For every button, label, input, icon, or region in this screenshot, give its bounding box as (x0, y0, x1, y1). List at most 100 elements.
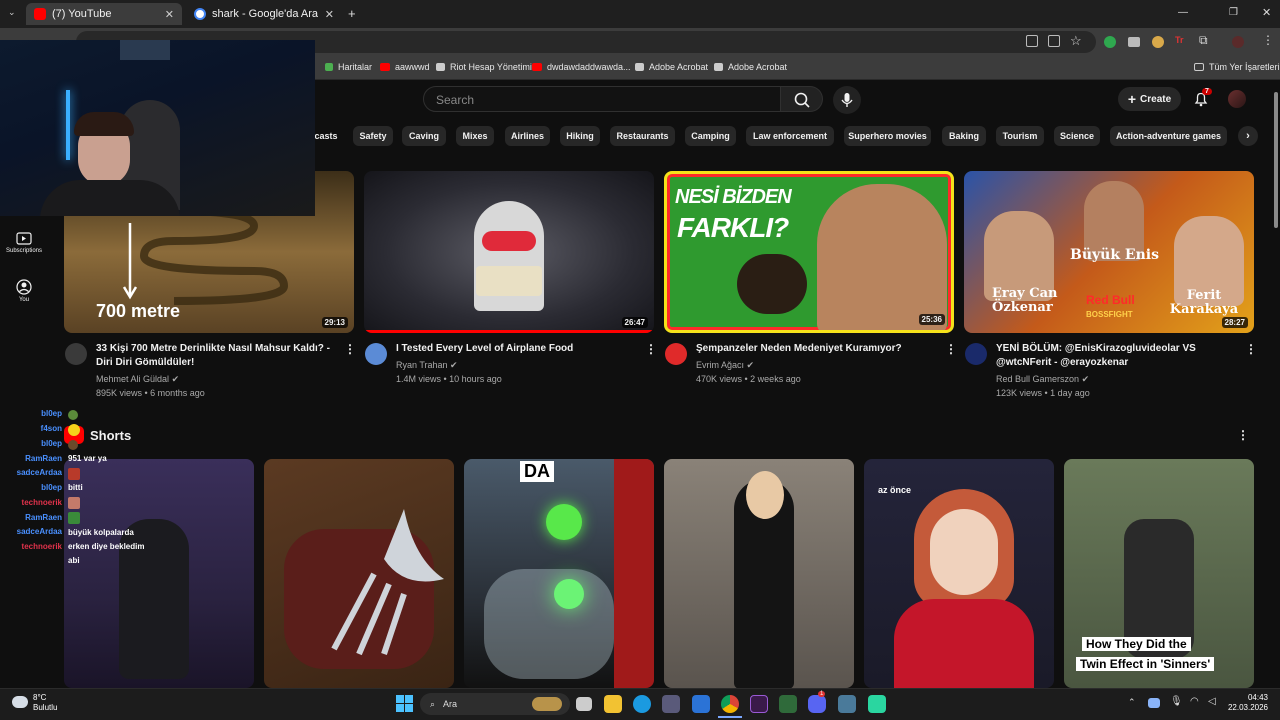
chip[interactable]: Science (1054, 126, 1100, 146)
channel-name[interactable]: Mehmet Ali Güldal ✔ (96, 374, 179, 385)
scrollbar-thumb[interactable] (1274, 92, 1278, 228)
video-thumbnail[interactable]: 26:47 (364, 171, 654, 333)
discord-icon[interactable]: 1 (808, 691, 826, 713)
bookmark-item[interactable]: Adobe Acrobat (635, 62, 708, 72)
chip[interactable]: Mixes (456, 126, 494, 146)
chip-label: casts (314, 131, 338, 141)
bookmark-item[interactable]: aawwwd (380, 62, 430, 72)
video-title[interactable]: 33 Kişi 700 Metre Derinlikte Nasıl Mahsu… (96, 342, 336, 370)
extensions-puzzle-icon[interactable]: ⧉ (1199, 33, 1208, 48)
premiere-icon[interactable] (750, 695, 768, 713)
new-tab-plus-icon[interactable]: + (348, 6, 356, 21)
search-input[interactable]: Search (423, 86, 781, 112)
extension-icon[interactable]: Tr (1175, 35, 1184, 45)
channel-avatar[interactable] (365, 343, 387, 365)
task-view-icon[interactable] (576, 697, 592, 711)
shorts-more-options-icon[interactable]: ⋮ (1237, 428, 1249, 442)
short-thumbnail[interactable] (664, 459, 854, 688)
translate-icon[interactable] (1026, 35, 1038, 47)
extension-icon[interactable] (1128, 37, 1140, 47)
start-button[interactable] (396, 695, 413, 712)
edge-icon[interactable] (633, 695, 651, 713)
chips-next-button[interactable]: › (1238, 126, 1258, 146)
profile-avatar[interactable] (1232, 36, 1244, 48)
bookmark-item[interactable]: Riot Hesap Yönetimi (436, 62, 532, 72)
chip[interactable]: Camping (685, 126, 736, 146)
search-button[interactable] (781, 86, 823, 112)
app-icon[interactable] (838, 695, 856, 713)
tray-app-icon[interactable] (1148, 698, 1160, 708)
video-title[interactable]: YENİ BÖLÜM: @EnisKirazogluvideolar VS @w… (996, 342, 1236, 370)
weather-widget[interactable]: 8°C Bulutlu (33, 693, 57, 713)
extension-icon[interactable] (1152, 36, 1164, 48)
chip[interactable]: Baking (942, 126, 986, 146)
tab-search-icon[interactable]: ⌄ (8, 7, 16, 18)
chrome-icon[interactable] (721, 695, 739, 713)
chip[interactable]: Superhero movies (844, 126, 931, 146)
video-thumbnail[interactable]: NESİ BİZDEN FARKLI? 25:36 (664, 171, 954, 333)
wifi-icon[interactable]: ◠ (1190, 696, 1199, 707)
tray-chevron-icon[interactable]: ⌃ (1128, 697, 1136, 708)
more-options-icon[interactable]: ⋮ (645, 342, 657, 356)
video-thumbnail[interactable]: Büyük Enis Eray Can Özkenar Ferit Karaka… (964, 171, 1254, 333)
channel-avatar[interactable] (65, 343, 87, 365)
bookmark-star-icon[interactable]: ☆ (1070, 33, 1082, 49)
extension-icon[interactable] (1104, 36, 1116, 48)
close-tab-icon[interactable]: ✕ (165, 8, 174, 21)
clock[interactable]: 04:43 22.03.2026 (1226, 693, 1268, 713)
chip[interactable]: Safety (353, 126, 393, 146)
more-options-icon[interactable]: ⋮ (344, 342, 356, 356)
short-thumbnail[interactable] (264, 459, 454, 688)
video-title[interactable]: Şempanzeler Neden Medeniyet Kuramıyor? (696, 342, 936, 356)
restore-icon[interactable]: ❐ (1229, 7, 1238, 18)
sidebar-item-you[interactable]: You (0, 279, 48, 303)
food-tray (476, 266, 542, 296)
chip[interactable]: Airlines (505, 126, 550, 146)
chip[interactable]: Restaurants (610, 126, 675, 146)
menu-dots-icon[interactable]: ⋮ (1262, 33, 1274, 47)
channel-name[interactable]: Ryan Trahan ✔ (396, 360, 458, 371)
install-app-icon[interactable] (1048, 35, 1060, 47)
all-bookmarks[interactable]: Tüm Yer İşaretleri (1194, 62, 1280, 72)
volume-icon[interactable]: ◁ (1208, 696, 1216, 707)
close-tab-icon[interactable]: ✕ (325, 8, 334, 21)
bookmark-item[interactable]: dwdawdaddwawda... (532, 62, 631, 72)
file-explorer-icon[interactable] (604, 695, 622, 713)
account-avatar[interactable] (1228, 90, 1246, 108)
channel-avatar[interactable] (965, 343, 987, 365)
voice-search-button[interactable] (833, 86, 861, 114)
short-thumbnail[interactable]: az önce (864, 459, 1054, 688)
chip[interactable]: Hiking (560, 126, 600, 146)
more-options-icon[interactable]: ⋮ (945, 342, 957, 356)
mail-icon[interactable] (692, 695, 710, 713)
tab-google-search[interactable]: shark - Google'da Ara ✕ (186, 3, 342, 25)
channel-name[interactable]: Red Bull Gamerszon ✔ (996, 374, 1089, 385)
short-thumbnail[interactable]: DA (464, 459, 654, 688)
chip[interactable]: Tourism (996, 126, 1044, 146)
minimize-icon[interactable]: — (1178, 7, 1188, 18)
tab-youtube[interactable]: (7) YouTube ✕ (26, 3, 182, 25)
bookmark-item[interactable]: Adobe Acrobat (714, 62, 787, 72)
thumbnail-text: 700 metre (96, 301, 181, 321)
more-options-icon[interactable]: ⋮ (1245, 342, 1257, 356)
cloud-icon[interactable] (12, 696, 28, 708)
channel-avatar[interactable] (665, 343, 687, 365)
bookmark-item[interactable]: Haritalar (325, 62, 372, 72)
short-thumbnail[interactable]: How They Did the Twin Effect in 'Sinners… (1064, 459, 1254, 688)
chip[interactable]: Caving (402, 126, 446, 146)
taskbar-search[interactable]: ⌕ Ara (420, 693, 570, 715)
sidebar-item-subscriptions[interactable]: Subscriptions (0, 230, 48, 254)
microphone-icon[interactable]: 🎙 (1170, 696, 1183, 707)
short-thumbnail[interactable] (64, 459, 254, 688)
channel-name[interactable]: Evrim Ağacı ✔ (696, 360, 754, 371)
store-icon[interactable] (662, 695, 680, 713)
notifications-button[interactable]: 7 (1192, 88, 1212, 108)
app-icon[interactable] (868, 695, 886, 713)
chip[interactable]: Action-adventure games (1110, 126, 1227, 146)
chat-username: bl0ep (41, 483, 62, 492)
chip[interactable]: Law enforcement (746, 126, 834, 146)
video-title[interactable]: I Tested Every Level of Airplane Food (396, 342, 636, 356)
close-window-icon[interactable]: ✕ (1262, 6, 1271, 19)
create-button[interactable]: + Create (1118, 87, 1181, 111)
app-icon[interactable] (779, 695, 797, 713)
